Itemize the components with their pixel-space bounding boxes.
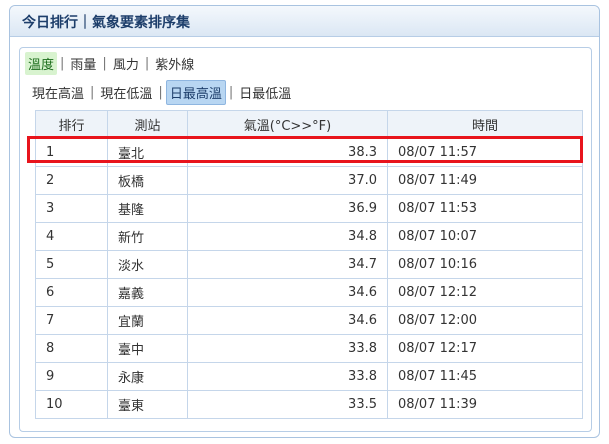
- subtab-current-low[interactable]: 現在低溫: [97, 81, 155, 104]
- tab-separator: |: [144, 56, 150, 71]
- time-cell: 08/07 12:17: [387, 334, 583, 363]
- station-cell: 嘉義: [107, 278, 188, 307]
- subtab-daily-high[interactable]: 日最高溫: [165, 80, 226, 105]
- tab-rainfall[interactable]: 雨量: [67, 52, 99, 75]
- station-cell: 臺中: [107, 334, 188, 363]
- time-cell: 08/07 10:07: [387, 222, 583, 251]
- station-cell: 淡水: [107, 250, 188, 279]
- temperature-cell: 34.6: [187, 278, 388, 307]
- tab-separator: |: [102, 56, 107, 71]
- table-row: 2 板橋 37.0 08/07 11:49: [35, 166, 583, 195]
- table-header-row: 排行 測站 氣溫(°C>>°F) 時間: [35, 110, 583, 139]
- category-tabs: 溫度 | 雨量 | 風力 | 紫外線: [25, 52, 197, 75]
- time-cell: 08/07 11:45: [387, 362, 583, 391]
- rank-cell: 7: [35, 306, 108, 335]
- station-cell: 永康: [107, 362, 188, 391]
- temperature-cell: 34.8: [187, 222, 388, 251]
- temperature-cell: 38.3: [187, 138, 388, 167]
- rank-cell: 9: [35, 362, 108, 391]
- rank-cell: 5: [35, 250, 108, 279]
- subtab-daily-low[interactable]: 日最低溫: [236, 81, 294, 104]
- column-header-station: 測站: [107, 110, 188, 139]
- station-cell: 基隆: [107, 194, 188, 223]
- tab-temperature[interactable]: 溫度: [25, 52, 58, 75]
- station-cell: 新竹: [107, 222, 188, 251]
- tab-uv[interactable]: 紫外線: [152, 52, 197, 75]
- station-cell: 臺東: [107, 390, 188, 419]
- table-row: 10 臺東 33.5 08/07 11:39: [35, 390, 583, 419]
- tab-wind[interactable]: 風力: [110, 52, 142, 75]
- tab-separator: |: [60, 56, 65, 71]
- time-cell: 08/07 12:12: [387, 278, 583, 307]
- time-cell: 08/07 11:53: [387, 194, 583, 223]
- tab-separator: |: [228, 85, 234, 100]
- station-cell: 臺北: [107, 138, 188, 167]
- rank-cell: 1: [35, 138, 108, 167]
- page-title: 今日排行｜氣象要素排序集: [22, 15, 190, 31]
- table-row: 7 宜蘭 34.6 08/07 12:00: [35, 306, 583, 335]
- temperature-cell: 33.8: [187, 334, 388, 363]
- ranking-panel: 今日排行｜氣象要素排序集 溫度 | 雨量 | 風力 | 紫外線 現在高溫 | 現…: [9, 5, 600, 438]
- temperature-subtabs: 現在高溫 | 現在低溫 | 日最高溫 | 日最低溫: [29, 80, 294, 105]
- station-cell: 板橋: [107, 166, 188, 195]
- table-row: 9 永康 33.8 08/07 11:45: [35, 362, 583, 391]
- time-cell: 08/07 11:57: [387, 138, 583, 167]
- table-row: 5 淡水 34.7 08/07 10:16: [35, 250, 583, 279]
- table-row: 1 臺北 38.3 08/07 11:57: [35, 138, 583, 167]
- rank-cell: 10: [35, 390, 108, 419]
- column-header-time: 時間: [387, 110, 583, 139]
- table-row: 3 基隆 36.9 08/07 11:53: [35, 194, 583, 223]
- temperature-cell: 34.6: [187, 306, 388, 335]
- rank-cell: 3: [35, 194, 108, 223]
- column-header-rank: 排行: [35, 110, 108, 139]
- ranking-table: 排行 測站 氣溫(°C>>°F) 時間 1 臺北 38.3 08/07 11:5…: [35, 110, 583, 419]
- column-header-temperature[interactable]: 氣溫(°C>>°F): [187, 110, 388, 139]
- temperature-cell: 33.5: [187, 390, 388, 419]
- table-row: 4 新竹 34.8 08/07 10:07: [35, 222, 583, 251]
- temperature-cell: 34.7: [187, 250, 388, 279]
- temperature-cell: 33.8: [187, 362, 388, 391]
- rank-cell: 6: [35, 278, 108, 307]
- time-cell: 08/07 11:49: [387, 166, 583, 195]
- rank-cell: 2: [35, 166, 108, 195]
- tab-separator: |: [158, 85, 163, 100]
- time-cell: 08/07 10:16: [387, 250, 583, 279]
- time-cell: 08/07 11:39: [387, 390, 583, 419]
- temperature-cell: 37.0: [187, 166, 388, 195]
- time-cell: 08/07 12:00: [387, 306, 583, 335]
- tab-separator: |: [90, 85, 95, 100]
- rank-cell: 8: [35, 334, 108, 363]
- table-row: 8 臺中 33.8 08/07 12:17: [35, 334, 583, 363]
- table-row: 6 嘉義 34.6 08/07 12:12: [35, 278, 583, 307]
- panel-header: 今日排行｜氣象要素排序集: [10, 6, 599, 37]
- rank-cell: 4: [35, 222, 108, 251]
- temperature-cell: 36.9: [187, 194, 388, 223]
- ranking-content: 溫度 | 雨量 | 風力 | 紫外線 現在高溫 | 現在低溫 | 日最高溫 | …: [19, 47, 592, 432]
- station-cell: 宜蘭: [107, 306, 188, 335]
- subtab-current-high[interactable]: 現在高溫: [29, 81, 87, 104]
